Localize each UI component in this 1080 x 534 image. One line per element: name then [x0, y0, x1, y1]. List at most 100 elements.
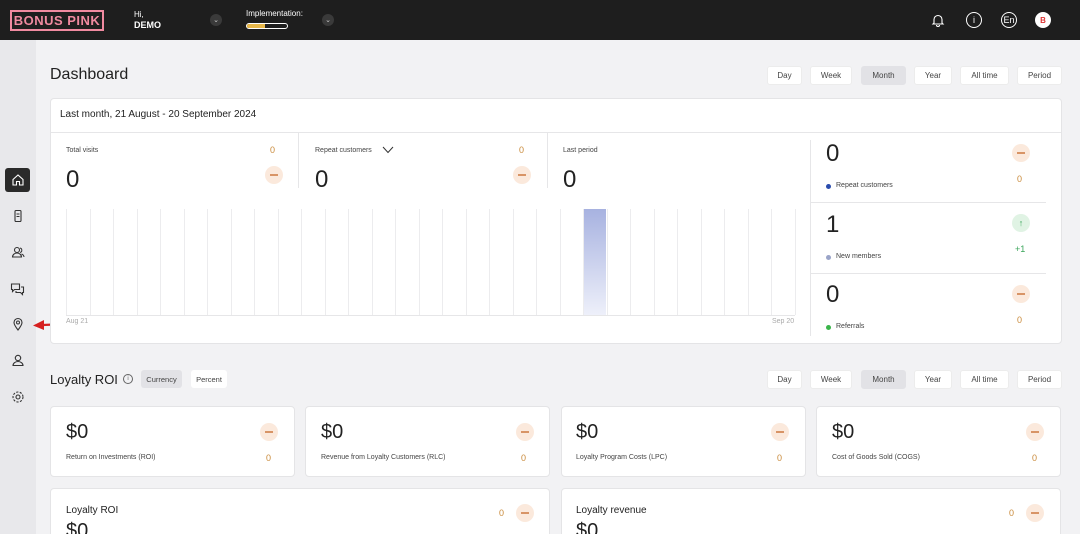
currency-toggle[interactable]: Currency	[141, 370, 182, 388]
legend-dot	[826, 325, 831, 330]
customers-icon[interactable]	[5, 240, 30, 264]
chart-gridline	[795, 209, 796, 315]
chart-gridline	[324, 209, 326, 315]
side-stat-value: 0	[826, 281, 840, 308]
last-period-label: Last period	[563, 147, 598, 154]
roi-card-label: Cost of Goods Sold (COGS)	[832, 454, 920, 461]
bell-icon[interactable]	[930, 12, 946, 28]
stats-card: Last month, 21 August - 20 September 202…	[50, 98, 1062, 344]
total-visits-value: 0	[66, 166, 80, 193]
chart-gridline	[465, 209, 467, 315]
chart-gridline	[277, 209, 279, 315]
language-button[interactable]: En	[1001, 12, 1017, 28]
x-axis-start-label: Aug 21	[66, 318, 89, 325]
chart-gridline	[136, 209, 138, 315]
roi-card-delta: 0	[521, 453, 527, 463]
user-menu-chevron-icon[interactable]: ⌄	[210, 14, 222, 26]
loyalty-revenue-card-value: $0	[576, 520, 599, 534]
info-icon[interactable]: i	[123, 374, 133, 384]
logo[interactable]: BONUS PINK	[10, 10, 104, 31]
top-bar: BONUS PINK Hi, DEMO ⌄ Implementation: ⌄ …	[0, 0, 1080, 40]
trend-neutral-icon	[513, 166, 531, 184]
legend-dot	[826, 184, 831, 189]
chevron-down-icon[interactable]	[382, 146, 394, 154]
info-icon[interactable]: i	[966, 12, 982, 28]
sidebar	[0, 40, 36, 534]
roi-card-delta: 0	[1032, 453, 1038, 463]
chart-gridline	[536, 209, 538, 315]
roi-card-label: Return on Investments (ROI)	[66, 454, 156, 461]
date-range-title: Last month, 21 August - 20 September 202…	[51, 99, 1061, 133]
roi-card-label: Loyalty Program Costs (LPC)	[576, 454, 668, 461]
device-icon[interactable]	[5, 204, 30, 228]
avatar[interactable]: B	[1035, 12, 1051, 28]
chart-gridline	[183, 209, 185, 315]
home-icon[interactable]	[5, 168, 30, 192]
roi-period-week-button[interactable]: Week	[810, 370, 852, 389]
chart-gridline	[700, 209, 702, 315]
roi-period-day-button[interactable]: Day	[767, 370, 802, 389]
roi-card-value: $0	[832, 421, 855, 443]
trend-neutral-icon	[1026, 423, 1044, 441]
period-day-button[interactable]: Day	[767, 66, 802, 85]
side-stat-value: 0	[826, 140, 840, 167]
chart-gridline	[442, 209, 444, 315]
chart-gridline	[254, 209, 256, 315]
roi-period-all-time-button[interactable]: All time	[960, 370, 1009, 389]
chart-gridline	[653, 209, 655, 315]
trend-neutral-icon	[1026, 504, 1044, 522]
trend-neutral-icon	[516, 504, 534, 522]
loyalty-roi-card-value: $0	[66, 520, 89, 534]
chart-bar[interactable]	[584, 209, 606, 315]
chart-gridline	[559, 209, 561, 315]
loyalty-revenue-card-title: Loyalty revenue	[576, 505, 647, 516]
percent-toggle[interactable]: Percent	[191, 370, 227, 388]
trend-neutral-icon	[260, 423, 278, 441]
legend-dot	[826, 255, 831, 260]
chart-gridline	[747, 209, 749, 315]
roi-period-month-button[interactable]: Month	[861, 370, 906, 389]
user-icon[interactable]	[5, 348, 30, 372]
side-stat-label: New members	[836, 253, 882, 260]
period-year-button[interactable]: Year	[914, 66, 952, 85]
trend-neutral-icon	[771, 423, 789, 441]
chat-icon[interactable]	[5, 277, 30, 301]
roi-card-delta: 0	[777, 453, 783, 463]
total-visits-delta: 0	[270, 145, 276, 155]
trend-neutral-icon	[516, 423, 534, 441]
chart-gridline	[395, 209, 397, 315]
implementation-chevron-icon[interactable]: ⌄	[322, 14, 334, 26]
period-custom-button[interactable]: Period	[1017, 66, 1062, 85]
side-stat-delta: 0	[1017, 315, 1023, 325]
side-stat-delta: +1	[1015, 244, 1026, 254]
chart-gridline	[418, 209, 420, 315]
trend-neutral-icon	[1012, 285, 1030, 303]
chart-gridline	[113, 209, 115, 315]
roi-section-title: Loyalty ROI	[50, 372, 118, 387]
divider	[811, 202, 1046, 203]
period-week-button[interactable]: Week	[810, 66, 852, 85]
gear-icon[interactable]	[5, 385, 30, 409]
loyalty-roi-card	[50, 488, 550, 534]
period-month-button[interactable]: Month	[861, 66, 906, 85]
chart-gridline	[348, 209, 350, 315]
roi-card-value: $0	[576, 421, 599, 443]
implementation-progress-bar	[246, 23, 288, 29]
chart-gridline	[606, 209, 608, 315]
implementation-label: Implementation:	[246, 9, 303, 18]
user-greeting: Hi, DEMO	[134, 9, 161, 31]
divider	[298, 133, 299, 188]
roi-card-value: $0	[321, 421, 344, 443]
chart-gridline	[771, 209, 773, 315]
side-stat-label: Repeat customers	[836, 182, 893, 189]
repeat-customers-value: 0	[315, 166, 329, 193]
location-pin-icon[interactable]	[5, 312, 30, 336]
roi-period-year-button[interactable]: Year	[914, 370, 952, 389]
divider	[547, 133, 548, 188]
divider	[811, 273, 1046, 274]
x-axis-end-label: Sep 20	[772, 318, 795, 325]
chart-gridline	[512, 209, 514, 315]
page-title: Dashboard	[50, 66, 129, 83]
period-all-time-button[interactable]: All time	[960, 66, 1009, 85]
roi-period-custom-button[interactable]: Period	[1017, 370, 1062, 389]
